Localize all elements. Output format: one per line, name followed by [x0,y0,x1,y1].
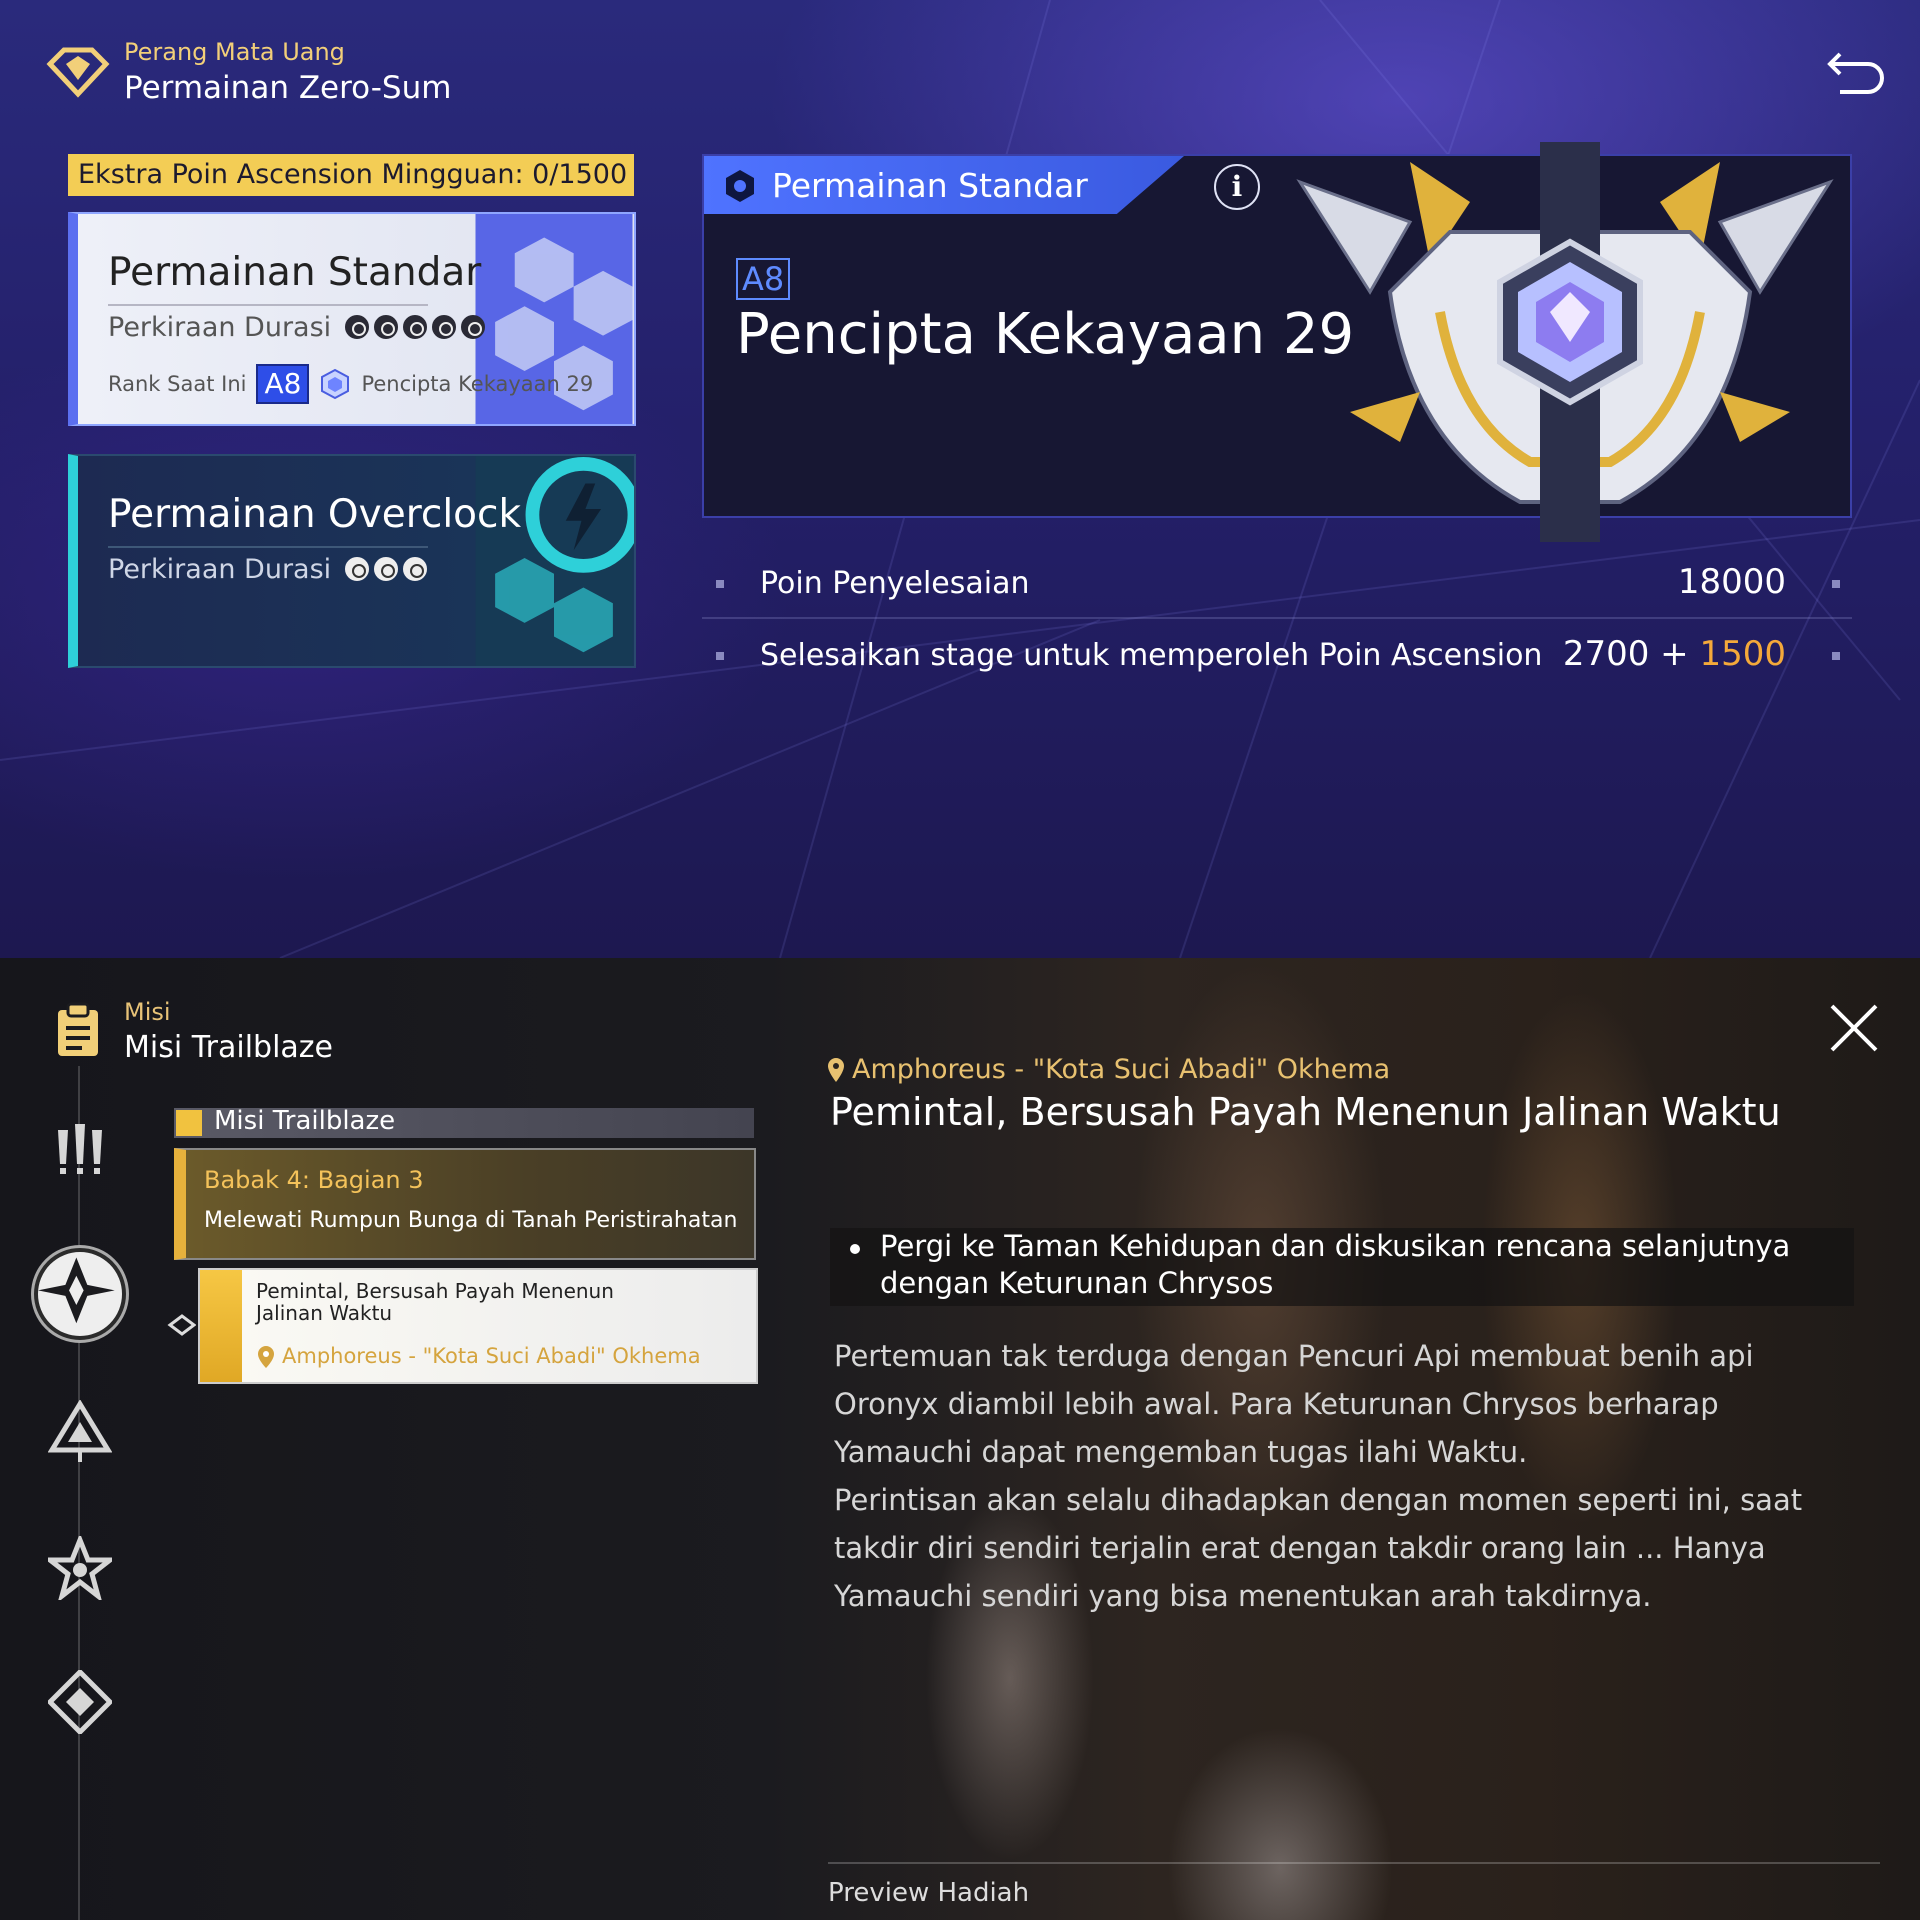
location-pin-icon [258,1346,274,1368]
quest-group-name: Melewati Rumpun Bunga di Tanah Peristira… [204,1208,738,1233]
card-title: Permainan Overclock [108,492,522,537]
overclock-mode-art [475,456,634,666]
clock-icon [431,315,456,339]
stat-label: Selesaikan stage untuk memperoleh Poin A… [760,638,1543,673]
detail-tab: Permainan Standar [704,156,1184,214]
mode-card-standard[interactable]: Permainan Standar Perkiraan Durasi Rank … [68,212,636,426]
current-rank-row: Rank Saat Ini A8 Pencipta Kekayaan 29 [108,364,593,404]
info-button[interactable]: i [1214,164,1260,210]
stat-row-ascension: Selesaikan stage untuk memperoleh Poin A… [702,620,1852,690]
duration-label: Perkiraan Durasi [108,554,332,585]
mode-card-overclock[interactable]: Permainan Overclock Perkiraan Durasi [68,454,636,668]
clock-icon [373,315,398,339]
location-pin-icon [828,1058,844,1082]
objective-text: Pergi ke Taman Kehidupan dan diskusikan … [880,1229,1791,1300]
diamond-icon[interactable] [48,1670,112,1734]
detail-location: Amphoreus - "Kota Suci Abadi" Okhema [852,1054,1391,1085]
selected-indicator-icon [167,1314,196,1336]
clock-icon [344,557,369,581]
alert-icon[interactable] [48,1118,112,1182]
description-paragraph: Perintisan akan selalu dihadapkan dengan… [834,1483,1803,1613]
clock-icon [402,557,427,581]
stat-value: 2700 + 1500 [1563,634,1786,674]
rank-label: Rank Saat Ini [108,372,247,396]
mission-screen: Misi Misi Trailblaze Misi Trailblaze Bab… [0,958,1920,1920]
objective-bullet [850,1244,860,1254]
triangle-icon[interactable] [48,1400,112,1464]
stat-value: 18000 [1677,562,1786,602]
trailblaze-icon [38,1257,115,1324]
star-icon[interactable] [48,1536,112,1600]
quest-item-location: Amphoreus - "Kota Suci Abadi" Okhema [282,1344,701,1368]
duration-row: Perkiraan Durasi [108,554,427,585]
rank-badge: A8 [256,364,310,404]
mission-subtitle: Misi [124,998,171,1026]
quest-group-item[interactable]: Babak 4: Bagian 3 Melewati Rumpun Bunga … [174,1148,756,1260]
trailblaze-category-icon [176,1110,202,1136]
bonus-points: 1500 [1699,634,1786,674]
rank-emblem-art [1296,142,1834,542]
detail-rank-badge: A8 [736,258,791,300]
row-marker [716,652,724,660]
header-title: Permainan Zero-Sum [124,70,452,106]
sidebar-rail [78,1066,80,1920]
row-marker [1832,652,1840,660]
category-header: Misi Trailblaze [174,1106,754,1138]
quest-item-selected[interactable]: Pemintal, Bersusah Payah Menenun Jalinan… [198,1268,758,1384]
header-subtitle: Perang Mata Uang [124,38,345,66]
stat-label: Poin Penyelesaian [760,566,1030,601]
card-divider [108,546,428,548]
detail-rank-name: Pencipta Kekayaan 29 [736,302,1355,367]
reward-divider [828,1862,1880,1864]
row-marker [1832,580,1840,588]
detail-quest-title: Pemintal, Bersusah Payah Menenun Jalinan… [830,1090,1781,1134]
card-divider [108,304,428,306]
quest-type-stripe [200,1270,242,1382]
standard-mode-icon [726,170,754,202]
trailblaze-tab-active[interactable] [34,1248,126,1340]
duration-label: Perkiraan Durasi [108,312,332,343]
detail-tab-label: Permainan Standar [772,166,1088,205]
category-label: Misi Trailblaze [214,1106,396,1136]
card-title: Permainan Standar [108,250,482,295]
quest-item-name: Pemintal, Bersusah Payah Menenun Jalinan… [256,1279,614,1325]
rank-name: Pencipta Kekayaan 29 [361,372,594,396]
row-divider [702,617,1852,619]
clock-icon [373,557,398,581]
currency-wars-icon [46,47,110,98]
quest-description: Pertemuan tak terduga dengan Pencuri Api… [834,1332,1834,1620]
mission-title: Misi Trailblaze [124,1030,333,1065]
weekly-bonus-banner: Ekstra Poin Ascension Mingguan: 0/1500 [68,154,634,196]
description-paragraph: Pertemuan tak terduga dengan Pencuri Api… [834,1339,1754,1469]
stat-row-completion: Poin Penyelesaian 18000 [702,548,1852,618]
duration-row: Perkiraan Durasi [108,312,485,343]
back-arrow-icon[interactable] [1826,44,1886,100]
clock-icon [460,315,485,339]
zero-sum-game-screen: Perang Mata Uang Permainan Zero-Sum Ekst… [0,0,1920,958]
clipboard-icon [58,1002,98,1056]
clock-icon [344,315,369,339]
rank-emblem-icon [321,368,350,400]
row-marker [716,580,724,588]
base-points: 2700 + [1562,634,1700,674]
clock-icon [402,315,427,339]
quest-chapter: Babak 4: Bagian 3 [204,1166,424,1194]
close-icon[interactable] [1828,1002,1880,1054]
objective-box: Pergi ke Taman Kehidupan dan diskusikan … [830,1228,1854,1306]
reward-preview-label[interactable]: Preview Hadiah [828,1878,1029,1908]
